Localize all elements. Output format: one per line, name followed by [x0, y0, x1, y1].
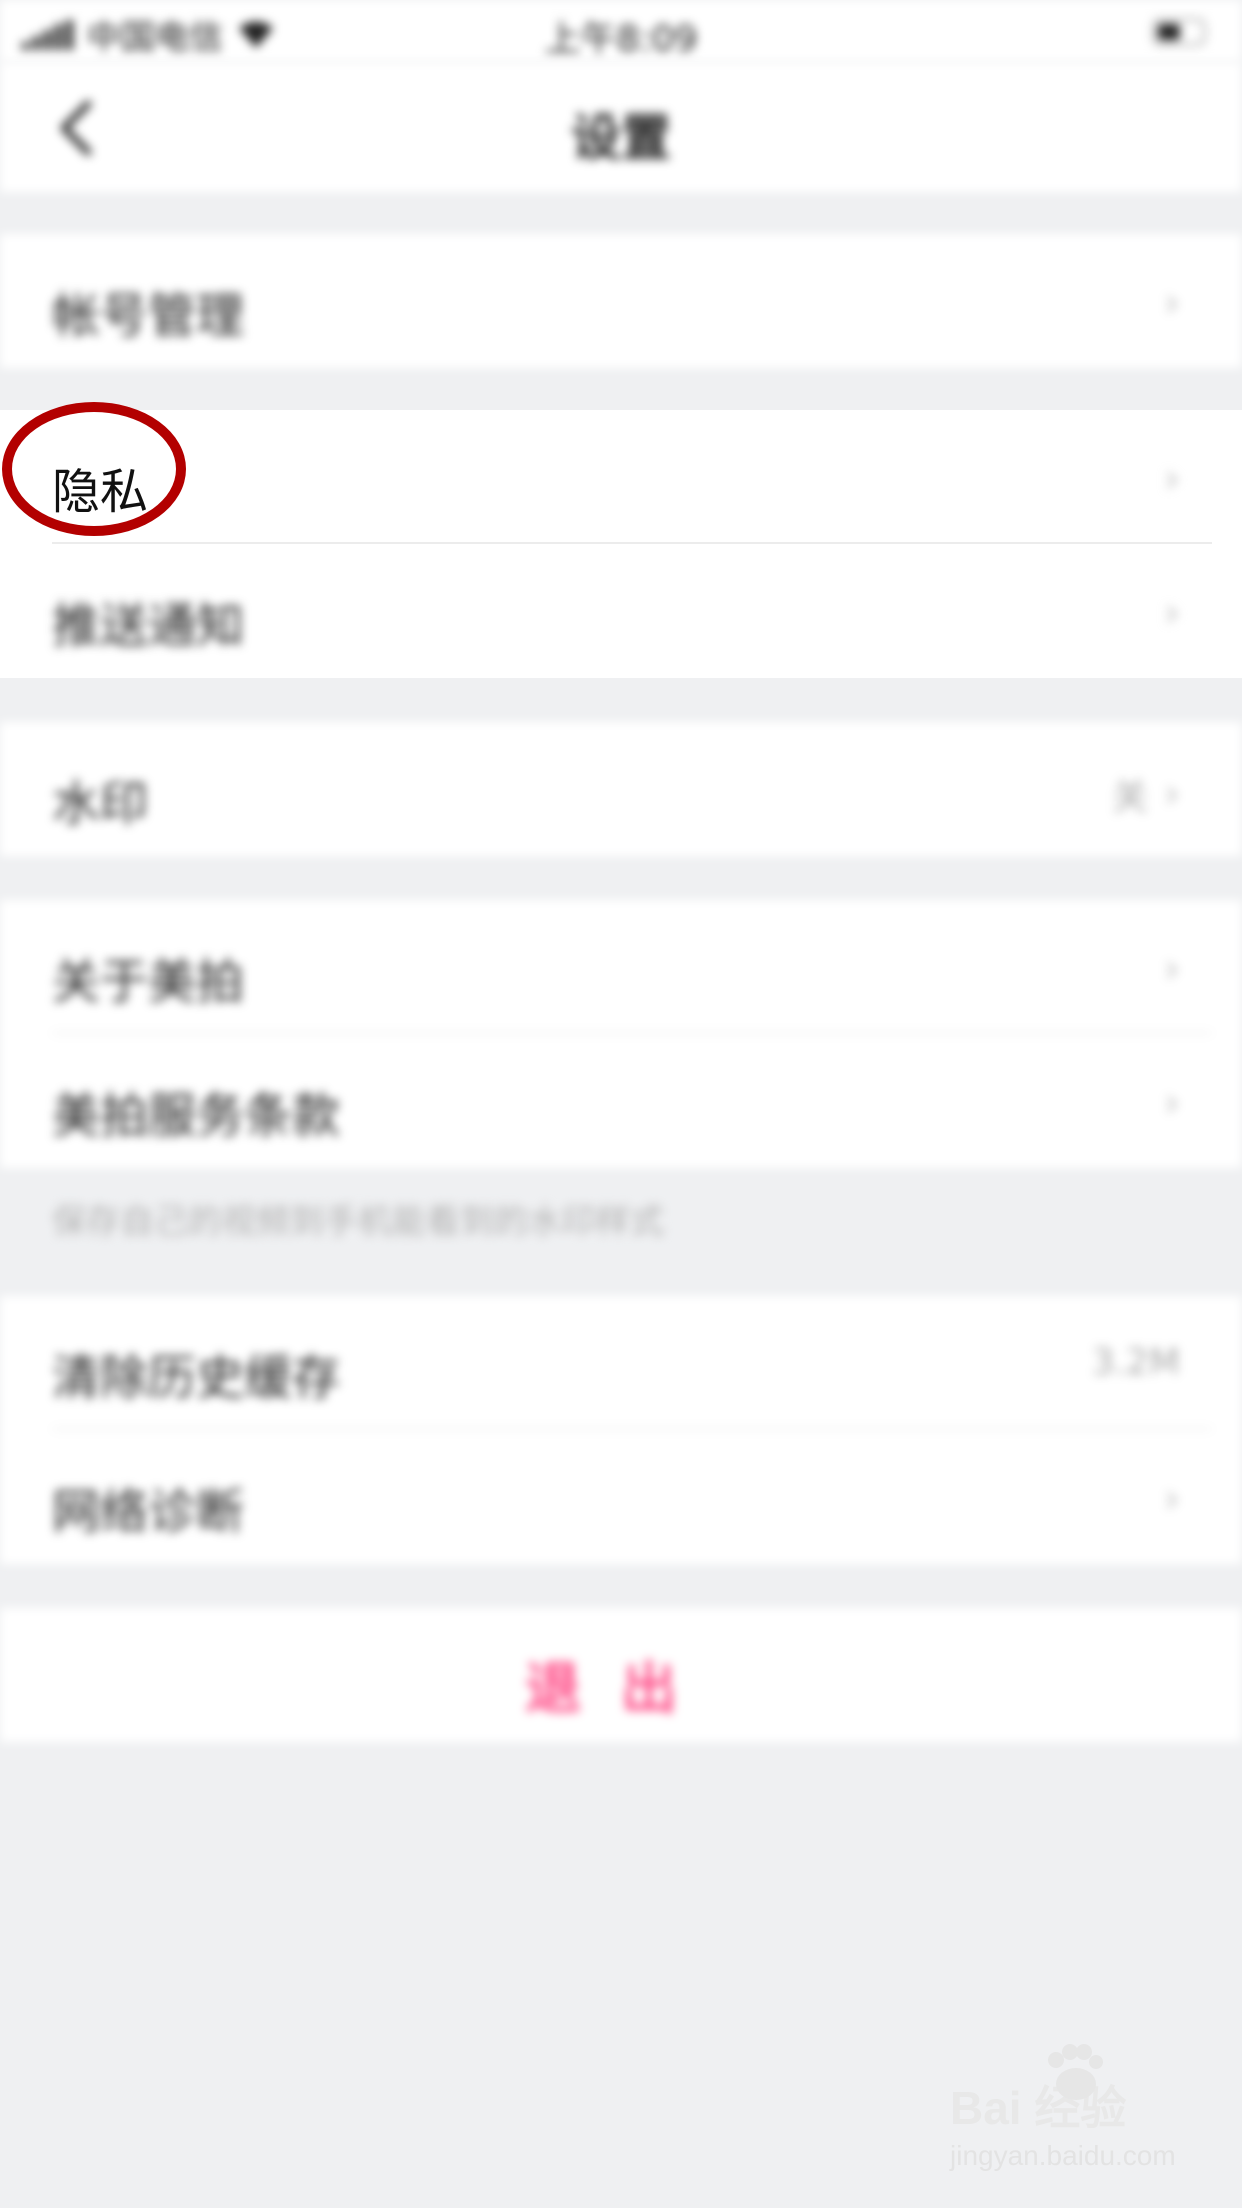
battery-icon: [1152, 18, 1206, 46]
row-label: 关于美拍: [52, 954, 245, 1010]
row-label: 网络诊断: [52, 1484, 245, 1540]
chevron-right-icon: ›: [1164, 280, 1180, 326]
row-label: 水印: [52, 776, 149, 832]
chevron-right-icon: ›: [1164, 946, 1180, 992]
settings-group-cache: 清除历史缓存 3.2M 网络诊断 ›: [0, 1296, 1242, 1564]
paw-icon: [1048, 2044, 1103, 2100]
row-value: 关: [1111, 777, 1148, 818]
status-bar: 中国电信 上午8:09: [0, 0, 1242, 62]
settings-group-account: 帐号管理 ›: [0, 234, 1242, 368]
chevron-right-icon: ›: [1164, 771, 1180, 817]
settings-group-about: 关于美拍 › 美拍服务条款 ›: [0, 900, 1242, 1168]
chevron-right-icon: ›: [1164, 1476, 1180, 1522]
row-label: 帐号管理: [52, 288, 245, 344]
row-label: 推送通知: [52, 598, 245, 654]
hint-text: 保存自己的视频到手机能看到的水印样式: [52, 1202, 664, 1242]
watermark-url: jingyan.baidu.com: [950, 2140, 1176, 2171]
row-label: 美拍服务条款: [52, 1088, 341, 1144]
logout-button[interactable]: 退出: [0, 1608, 1242, 1742]
chevron-right-icon: ›: [1164, 1080, 1180, 1126]
row-about[interactable]: 关于美拍 ›: [0, 900, 1242, 1034]
chevron-right-icon: ›: [1164, 590, 1180, 636]
cache-size: 3.2M: [1091, 1342, 1180, 1383]
row-push-notifications[interactable]: 推送通知 ›: [0, 544, 1242, 678]
row-account-management[interactable]: 帐号管理 ›: [0, 234, 1242, 368]
row-label: 清除历史缓存: [52, 1350, 341, 1406]
row-watermark[interactable]: 水印 关 ›: [0, 722, 1242, 856]
baidu-watermark: Bai 经验 jingyan.baidu.com: [950, 2044, 1176, 2172]
annotation-circle: [2, 402, 186, 536]
nav-bar: 设置: [0, 62, 1242, 192]
settings-group-privacy: › 推送通知 ›: [0, 410, 1242, 678]
settings-group-watermark: 水印 关 ›: [0, 722, 1242, 856]
logout-label: 退出: [525, 1657, 717, 1722]
row-network-diagnosis[interactable]: 网络诊断 ›: [0, 1430, 1242, 1564]
page-title: 设置: [571, 109, 671, 167]
row-clear-cache[interactable]: 清除历史缓存 3.2M: [0, 1296, 1242, 1430]
row-privacy[interactable]: ›: [0, 410, 1242, 544]
row-terms[interactable]: 美拍服务条款 ›: [0, 1034, 1242, 1168]
chevron-right-icon: ›: [1164, 456, 1180, 502]
status-time: 上午8:09: [544, 19, 698, 60]
